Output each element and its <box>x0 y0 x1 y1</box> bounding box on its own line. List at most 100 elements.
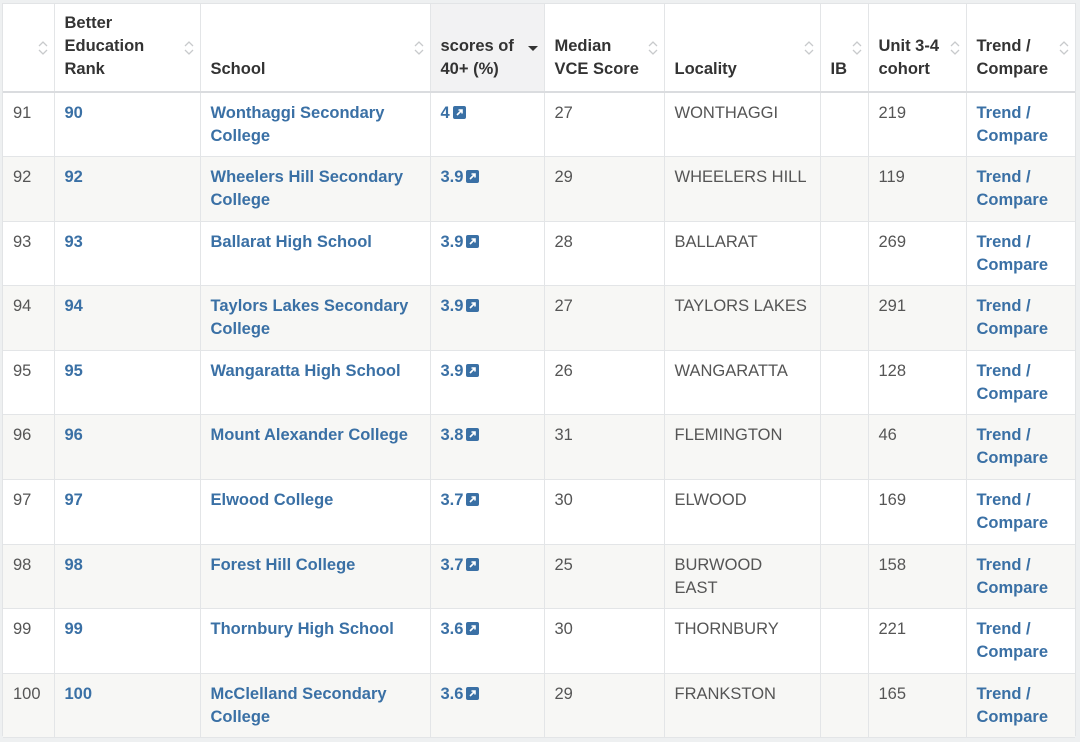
trend-compare-link[interactable]: Trend / Compare <box>966 414 1075 481</box>
external-link-icon[interactable] <box>466 686 480 700</box>
school-link[interactable]: Wangaratta High School <box>200 350 431 416</box>
column-header-trend-compare[interactable]: Trend / Compare <box>966 4 1075 93</box>
trend-compare-link[interactable]: Trend / Compare <box>966 544 1075 610</box>
external-link-icon[interactable] <box>452 106 466 119</box>
score-link[interactable]: 3.9 <box>430 350 545 416</box>
trend-compare-link[interactable]: Trend / Compare <box>966 92 1075 158</box>
external-link-icon[interactable] <box>466 557 480 571</box>
trend-compare-link[interactable]: Trend / Compare <box>966 221 1075 287</box>
sort-icon[interactable] <box>414 40 424 56</box>
score-link[interactable]: 3.7 <box>430 544 545 610</box>
rank-link[interactable]: 93 <box>54 221 201 287</box>
rank-link[interactable]: 100 <box>54 673 201 739</box>
row-index-cell: 100 <box>3 673 55 739</box>
index-text: 95 <box>13 361 32 380</box>
table-row: 99 99 Thornbury High School 3.6 30 THORNBURY 2… <box>3 608 1075 674</box>
column-header-ib[interactable]: IB <box>820 4 869 93</box>
rank-link[interactable]: 97 <box>54 479 201 545</box>
rank-link[interactable]: 90 <box>54 92 201 158</box>
school-link[interactable]: Wonthaggi Secondary College <box>200 92 431 158</box>
external-link-icon[interactable] <box>466 234 480 248</box>
ib-cell <box>820 350 869 416</box>
score-link[interactable]: 3.9 <box>430 285 545 351</box>
trend-compare-link[interactable]: Trend / Compare <box>966 350 1075 416</box>
table-row: 92 92 Wheelers Hill Secondary College 3.9 29… <box>3 156 1075 222</box>
median-score-cell: 29 <box>544 156 665 222</box>
sort-icon[interactable] <box>648 40 658 56</box>
trend-compare-link[interactable]: Trend / Compare <box>966 479 1075 545</box>
cohort-text: 158 <box>878 555 907 574</box>
school-link[interactable]: Forest Hill College <box>200 544 431 610</box>
school-link[interactable]: Taylors Lakes Secondary College <box>200 285 431 351</box>
score-link[interactable]: 3.9 <box>430 156 545 222</box>
column-header-rank[interactable]: Better Education Rank <box>54 4 201 93</box>
score-link[interactable]: 3.9 <box>430 221 545 287</box>
cohort-text: 119 <box>878 168 905 187</box>
trend-compare-link[interactable]: Trend / Compare <box>966 285 1075 351</box>
external-link-icon[interactable] <box>466 363 480 377</box>
school-link[interactable]: Thornbury High School <box>200 608 431 674</box>
cohort-text: 219 <box>878 104 907 122</box>
column-header-index[interactable] <box>3 4 55 93</box>
score-link[interactable]: 3.6 <box>430 608 545 674</box>
table-row: 100 100 McClelland Secondary College 3.6 29 F… <box>3 673 1075 739</box>
column-header-label: scores of 40+ (%) <box>440 37 514 78</box>
sort-icon[interactable] <box>804 40 814 56</box>
sort-icon[interactable] <box>1059 40 1069 56</box>
school-link[interactable]: Ballarat High School <box>200 221 431 287</box>
column-header-median-vce-score[interactable]: Median VCE Score <box>544 4 665 93</box>
school-link[interactable]: Mount Alexander College <box>200 414 431 481</box>
column-header-scores-40-plus[interactable]: scores of 40+ (%) <box>430 4 545 93</box>
locality-text: THORNBURY <box>674 620 779 639</box>
rank-link[interactable]: 94 <box>54 285 201 351</box>
table-row: 97 97 Elwood College 3.7 30 ELWOOD 169 Trend / … <box>3 479 1075 545</box>
median-score-cell: 30 <box>544 479 665 545</box>
sort-icon[interactable] <box>38 40 48 56</box>
column-header-school[interactable]: School <box>200 4 431 93</box>
index-text: 93 <box>13 232 32 251</box>
score-link[interactable]: 3.8 <box>430 414 545 481</box>
sort-icon[interactable] <box>184 40 194 56</box>
column-header-cohort[interactable]: Unit 3-4 cohort <box>868 4 967 93</box>
trend-compare-link[interactable]: Trend / Compare <box>966 156 1075 222</box>
trend-compare-link[interactable]: Trend / Compare <box>966 608 1075 674</box>
school-text: Forest Hill College <box>210 555 356 574</box>
ib-cell <box>820 285 869 351</box>
sort-descending-icon[interactable] <box>527 40 538 56</box>
score-link[interactable]: 3.6 <box>430 673 545 739</box>
sort-icon[interactable] <box>950 40 960 56</box>
ib-cell <box>820 479 869 545</box>
index-text: 94 <box>13 297 32 316</box>
school-link[interactable]: Elwood College <box>200 479 431 545</box>
rank-text: 92 <box>64 168 83 187</box>
external-link-icon[interactable] <box>466 428 480 442</box>
school-link[interactable]: McClelland Secondary College <box>200 673 431 739</box>
score-text: 3.6 <box>440 620 464 639</box>
external-link-icon[interactable] <box>466 493 480 507</box>
trend-text: Trend / Compare <box>976 232 1049 274</box>
locality-cell: FLEMINGTON <box>664 414 821 481</box>
external-link-icon[interactable] <box>466 170 480 184</box>
rank-link[interactable]: 92 <box>54 156 201 222</box>
median-text: 29 <box>554 684 573 703</box>
external-link-icon[interactable] <box>466 299 480 313</box>
ib-cell <box>820 673 869 739</box>
column-header-locality[interactable]: Locality <box>664 4 821 93</box>
external-link-icon[interactable] <box>466 622 480 636</box>
rank-text: 96 <box>64 426 83 445</box>
score-link[interactable]: 4 <box>430 92 545 158</box>
median-score-cell: 27 <box>544 92 665 158</box>
index-text: 91 <box>13 104 32 122</box>
rank-link[interactable]: 95 <box>54 350 201 416</box>
rank-link[interactable]: 96 <box>54 414 201 481</box>
score-link[interactable]: 3.7 <box>430 479 545 545</box>
index-text: 96 <box>13 426 32 445</box>
ib-cell <box>820 414 869 481</box>
trend-compare-link[interactable]: Trend / Compare <box>966 673 1075 739</box>
school-link[interactable]: Wheelers Hill Secondary College <box>200 156 431 222</box>
rank-link[interactable]: 98 <box>54 544 201 610</box>
cohort-text: 165 <box>878 684 907 703</box>
sort-icon[interactable] <box>852 40 862 56</box>
rank-link[interactable]: 99 <box>54 608 201 674</box>
rank-text: 90 <box>64 104 83 122</box>
